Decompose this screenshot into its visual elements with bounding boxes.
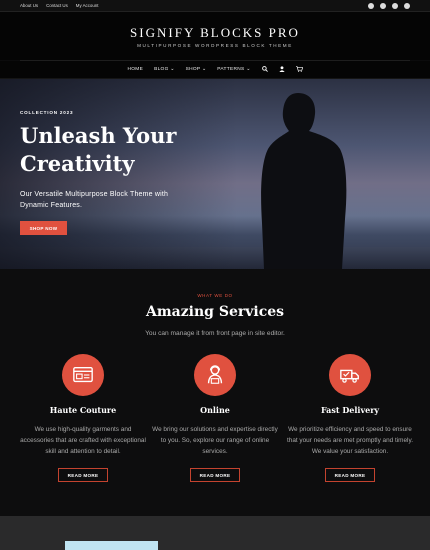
cart-icon[interactable] (295, 65, 303, 74)
web-browser-icon (73, 366, 93, 383)
service-card-fast-delivery: Fast Delivery We prioritize efficiency a… (285, 354, 415, 482)
nav-item-home[interactable]: HOME (127, 67, 143, 72)
site-header: SIGNIFY BLOCKS PRO MULTIPURPOSE WORDPRES… (0, 12, 430, 60)
nav-item-label: PATTERNS (217, 67, 245, 72)
service-icon-circle (194, 354, 236, 396)
shop-now-button[interactable]: SHOP NOW (20, 221, 67, 235)
read-more-button[interactable]: READ MORE (190, 468, 240, 482)
top-link-contact[interactable]: Contact Us (46, 3, 68, 8)
hero-title-line: Unleash Your (20, 123, 177, 148)
chevron-down-icon: ⌄ (201, 67, 207, 72)
service-icon-circle (329, 354, 371, 396)
site-title[interactable]: SIGNIFY BLOCKS PRO (0, 25, 430, 41)
service-title: Haute Couture (49, 405, 117, 415)
read-more-button[interactable]: READ MORE (58, 468, 108, 482)
hero-title: Unleash Your Creativity (20, 122, 220, 178)
read-more-button[interactable]: READ MORE (325, 468, 375, 482)
next-section-image (65, 541, 158, 550)
hero-title-line: Creativity (20, 151, 135, 176)
service-icon-circle (62, 354, 104, 396)
service-card-online: Online We bring our solutions and expert… (150, 354, 280, 482)
services-kicker: WHAT WE DO (197, 293, 233, 298)
service-text: We bring our solutions and expertise dir… (152, 426, 278, 455)
service-title: Online (200, 405, 230, 415)
service-title: Fast Delivery (320, 405, 380, 415)
facebook-icon[interactable] (368, 2, 374, 9)
chevron-down-icon: ⌄ (246, 67, 251, 72)
user-icon[interactable] (278, 65, 285, 74)
hero-person-silhouette (261, 93, 347, 269)
services-title: Amazing Services (145, 304, 285, 320)
twitter-icon[interactable] (380, 2, 386, 9)
nav-item-patterns[interactable]: PATTERNS ⌄ (217, 67, 250, 72)
hero-banner: COLLECTION 2023 Unleash Your Creativity … (0, 79, 430, 269)
nav-item-label: BLOG (154, 67, 169, 72)
top-bar: About Us Contact Us My Account (0, 0, 430, 12)
nav-item-shop[interactable]: SHOP ⌄ (186, 67, 207, 72)
site-tagline: MULTIPURPOSE WORDPRESS BLOCK THEME (137, 43, 293, 48)
social-links (368, 2, 410, 9)
online-support-icon (207, 365, 223, 384)
delivery-truck-icon (340, 369, 359, 383)
services-section: WHAT WE DO Amazing Services You can mana… (0, 269, 430, 519)
top-link-account[interactable]: My Account (76, 3, 99, 8)
hero-subtitle: Our Versatile Multipurpose Block Theme w… (20, 191, 169, 209)
search-icon[interactable] (261, 65, 268, 74)
top-links: About Us Contact Us My Account (20, 3, 98, 8)
main-nav: HOME BLOG ⌄ SHOP ⌄ PATTERNS ⌄ (0, 61, 430, 79)
service-card-haute-couture: Haute Couture We use high-quality garmen… (18, 354, 148, 482)
service-text: We use high-quality garments and accesso… (20, 426, 146, 455)
chevron-down-icon: ⌄ (170, 67, 175, 72)
nav-item-label: SHOP (185, 67, 201, 72)
top-link-about[interactable]: About Us (20, 3, 38, 8)
services-description: You can manage it from front page in sit… (145, 330, 285, 337)
hero-kicker: COLLECTION 2023 (20, 110, 74, 115)
next-section-preview (0, 516, 430, 550)
linkedin-icon[interactable] (392, 2, 398, 9)
service-text: We prioritize efficiency and speed to en… (287, 426, 413, 455)
pinterest-icon[interactable] (404, 2, 410, 9)
nav-item-blog[interactable]: BLOG ⌄ (154, 67, 175, 72)
